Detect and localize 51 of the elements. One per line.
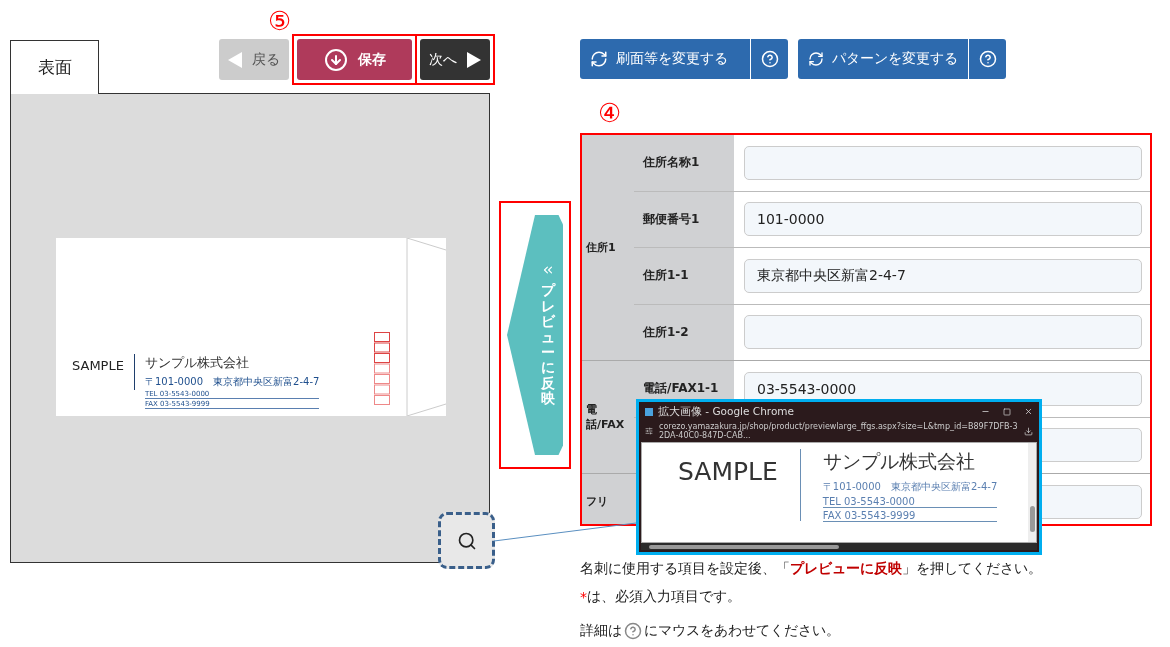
triangle-left-icon	[228, 51, 242, 68]
sample-name: SAMPLE	[678, 457, 778, 487]
face-tab[interactable]: 表面	[10, 40, 99, 94]
sample-name: SAMPLE	[72, 358, 124, 373]
field-label: 住所名称1	[634, 135, 734, 191]
required-mark: *	[580, 589, 587, 605]
field-label: 住所1-1	[634, 248, 734, 304]
help-icon	[624, 622, 642, 640]
required-note: は、必須入力項目です。	[587, 588, 741, 606]
change-option-button[interactable]: 刷面等を変更する	[580, 39, 750, 79]
download-icon	[323, 47, 348, 72]
address-text: 〒101-0000 東京都中央区新富2-4-7	[822, 480, 998, 495]
input-field[interactable]: 101-0000	[744, 202, 1142, 237]
scrollbar[interactable]	[1028, 443, 1036, 542]
next-button[interactable]: 次へ	[420, 39, 490, 80]
help-note: にマウスをあわせてください。	[644, 622, 840, 640]
scrollbar[interactable]	[641, 543, 1037, 550]
field-label: 郵便番号1	[634, 191, 734, 247]
step-number: ④	[598, 100, 622, 126]
url-text: corezo.yamazakura.jp/shop/product/previewlarge_ffgs.aspx?size=L&tmp_id=B89F7DFB-32DA-40C0-847D-CAB...	[659, 422, 1018, 441]
help-icon	[978, 50, 997, 68]
fax-text: FAX 03-5543-9999	[822, 510, 998, 523]
triangle-right-icon	[467, 51, 481, 68]
help-button[interactable]	[750, 39, 788, 79]
field-label: 住所1-2	[634, 304, 734, 360]
search-icon	[456, 530, 477, 551]
help-button[interactable]	[968, 39, 1006, 79]
download-icon[interactable]	[1024, 426, 1033, 436]
refresh-icon	[808, 50, 824, 68]
input-field[interactable]	[744, 145, 1142, 180]
favicon-icon	[645, 407, 653, 416]
group-label: 住所1	[582, 135, 634, 360]
help-note: 詳細は	[580, 622, 622, 640]
zoom-button[interactable]	[438, 512, 495, 569]
site-settings-icon[interactable]	[645, 427, 653, 436]
instruction-text: 名刺に使用する項目を設定後、「プレビューに反映」を押してください。	[580, 560, 1043, 578]
close-icon[interactable]	[1024, 407, 1033, 416]
step-number: ⑤	[268, 8, 292, 34]
company-name: サンプル株式会社	[144, 354, 250, 372]
refresh-icon	[590, 50, 608, 68]
change-option-button[interactable]: パターンを変更する	[798, 39, 968, 79]
group-label: 電話/FAX	[582, 361, 634, 473]
group-label: フリ	[582, 474, 634, 524]
maximize-icon[interactable]	[1003, 407, 1011, 416]
input-field[interactable]: 東京都中央区新富2-4-7	[744, 258, 1142, 293]
save-button[interactable]: 保存	[297, 39, 412, 80]
input-field[interactable]	[744, 315, 1142, 350]
company-name: サンプル株式会社	[822, 449, 976, 475]
help-icon	[760, 50, 779, 68]
tel-text: TEL 03-5543-0000	[822, 496, 998, 509]
address-text: 〒101-0000 東京都中央区新富2-4-7	[144, 375, 320, 389]
